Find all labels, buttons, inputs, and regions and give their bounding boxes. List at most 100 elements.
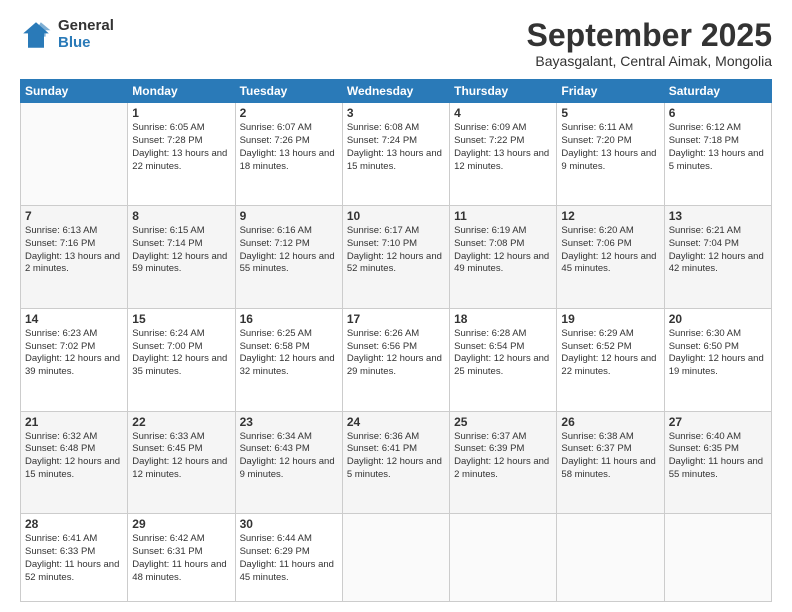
- calendar-week-row: 1 Sunrise: 6:05 AM Sunset: 7:28 PM Daylig…: [21, 103, 772, 206]
- header-friday: Friday: [557, 80, 664, 103]
- day-number: 1: [132, 106, 230, 120]
- day-info: Sunrise: 6:34 AM Sunset: 6:43 PM Dayligh…: [240, 431, 338, 482]
- day-number: 3: [347, 106, 445, 120]
- day-info: Sunrise: 6:30 AM Sunset: 6:50 PM Dayligh…: [669, 328, 767, 379]
- calendar-day-cell: 15Sunrise: 6:24 AM Sunset: 7:00 PM Dayli…: [128, 308, 235, 411]
- calendar-day-cell: 14 Sunrise: 6:23 AM Sunset: 7:02 PM Dayli…: [21, 308, 128, 411]
- day-number: 6: [669, 106, 767, 120]
- day-info: Sunrise: 6:32 AM Sunset: 6:48 PM Dayligh…: [25, 431, 123, 482]
- calendar-day-cell: [342, 514, 449, 602]
- calendar-day-cell: 28 Sunrise: 6:41 AM Sunset: 6:33 PM Dayli…: [21, 514, 128, 602]
- location-subtitle: Bayasgalant, Central Aimak, Mongolia: [527, 53, 772, 69]
- day-number: 16: [240, 312, 338, 326]
- day-info: Sunrise: 6:23 AM Sunset: 7:02 PM Dayligh…: [25, 328, 123, 379]
- day-info: Sunrise: 6:40 AM Sunset: 6:35 PM Dayligh…: [669, 431, 767, 482]
- day-number: 17: [347, 312, 445, 326]
- day-number: 21: [25, 415, 123, 429]
- calendar-day-cell: 3 Sunrise: 6:08 AM Sunset: 7:24 PM Daylig…: [342, 103, 449, 206]
- day-number: 19: [561, 312, 659, 326]
- day-info: Sunrise: 6:08 AM Sunset: 7:24 PM Dayligh…: [347, 122, 445, 173]
- day-info: Sunrise: 6:09 AM Sunset: 7:22 PM Dayligh…: [454, 122, 552, 173]
- day-number: 30: [240, 517, 338, 531]
- day-info: Sunrise: 6:26 AM Sunset: 6:56 PM Dayligh…: [347, 328, 445, 379]
- logo-icon: [20, 19, 52, 51]
- day-info: Sunrise: 6:20 AM Sunset: 7:06 PM Dayligh…: [561, 225, 659, 276]
- calendar-day-cell: 12 Sunrise: 6:20 AM Sunset: 7:06 PM Dayli…: [557, 205, 664, 308]
- calendar-day-cell: 10Sunrise: 6:17 AM Sunset: 7:10 PM Dayli…: [342, 205, 449, 308]
- day-number: 26: [561, 415, 659, 429]
- day-info: Sunrise: 6:21 AM Sunset: 7:04 PM Dayligh…: [669, 225, 767, 276]
- day-info: Sunrise: 6:11 AM Sunset: 7:20 PM Dayligh…: [561, 122, 659, 173]
- day-info: Sunrise: 6:15 AM Sunset: 7:14 PM Dayligh…: [132, 225, 230, 276]
- weekday-header-row: Sunday Monday Tuesday Wednesday Thursday…: [21, 80, 772, 103]
- calendar-day-cell: 29Sunrise: 6:42 AM Sunset: 6:31 PM Dayli…: [128, 514, 235, 602]
- calendar-day-cell: 7 Sunrise: 6:13 AM Sunset: 7:16 PM Daylig…: [21, 205, 128, 308]
- day-number: 28: [25, 517, 123, 531]
- calendar-day-cell: [664, 514, 771, 602]
- day-number: 5: [561, 106, 659, 120]
- day-number: 14: [25, 312, 123, 326]
- day-info: Sunrise: 6:29 AM Sunset: 6:52 PM Dayligh…: [561, 328, 659, 379]
- day-number: 8: [132, 209, 230, 223]
- day-info: Sunrise: 6:16 AM Sunset: 7:12 PM Dayligh…: [240, 225, 338, 276]
- calendar-day-cell: 17 Sunrise: 6:26 AM Sunset: 6:56 PM Dayli…: [342, 308, 449, 411]
- day-number: 27: [669, 415, 767, 429]
- calendar-week-row: 21 Sunrise: 6:32 AM Sunset: 6:48 PM Dayli…: [21, 411, 772, 514]
- day-info: Sunrise: 6:17 AM Sunset: 7:10 PM Dayligh…: [347, 225, 445, 276]
- month-title: September 2025: [527, 18, 772, 53]
- day-number: 25: [454, 415, 552, 429]
- logo-blue-label: Blue: [58, 35, 114, 52]
- page: General Blue September 2025 Bayasgalant,…: [0, 0, 792, 612]
- day-number: 13: [669, 209, 767, 223]
- day-number: 7: [25, 209, 123, 223]
- day-info: Sunrise: 6:28 AM Sunset: 6:54 PM Dayligh…: [454, 328, 552, 379]
- day-number: 20: [669, 312, 767, 326]
- day-info: Sunrise: 6:05 AM Sunset: 7:28 PM Dayligh…: [132, 122, 230, 173]
- day-number: 4: [454, 106, 552, 120]
- calendar-day-cell: 23 Sunrise: 6:34 AM Sunset: 6:43 PM Dayli…: [235, 411, 342, 514]
- header-tuesday: Tuesday: [235, 80, 342, 103]
- day-number: 23: [240, 415, 338, 429]
- day-info: Sunrise: 6:12 AM Sunset: 7:18 PM Dayligh…: [669, 122, 767, 173]
- header-saturday: Saturday: [664, 80, 771, 103]
- calendar-week-row: 14 Sunrise: 6:23 AM Sunset: 7:02 PM Dayli…: [21, 308, 772, 411]
- calendar-day-cell: 6 Sunrise: 6:12 AM Sunset: 7:18 PM Daylig…: [664, 103, 771, 206]
- day-info: Sunrise: 6:25 AM Sunset: 6:58 PM Dayligh…: [240, 328, 338, 379]
- calendar-day-cell: 1 Sunrise: 6:05 AM Sunset: 7:28 PM Daylig…: [128, 103, 235, 206]
- day-info: Sunrise: 6:38 AM Sunset: 6:37 PM Dayligh…: [561, 431, 659, 482]
- day-info: Sunrise: 6:07 AM Sunset: 7:26 PM Dayligh…: [240, 122, 338, 173]
- calendar-day-cell: 24 Sunrise: 6:36 AM Sunset: 6:41 PM Dayli…: [342, 411, 449, 514]
- day-info: Sunrise: 6:13 AM Sunset: 7:16 PM Dayligh…: [25, 225, 123, 276]
- day-info: Sunrise: 6:36 AM Sunset: 6:41 PM Dayligh…: [347, 431, 445, 482]
- calendar-day-cell: 16 Sunrise: 6:25 AM Sunset: 6:58 PM Dayli…: [235, 308, 342, 411]
- day-number: 11: [454, 209, 552, 223]
- calendar-day-cell: 18 Sunrise: 6:28 AM Sunset: 6:54 PM Dayli…: [450, 308, 557, 411]
- calendar-table: Sunday Monday Tuesday Wednesday Thursday…: [20, 79, 772, 602]
- calendar-day-cell: 20 Sunrise: 6:30 AM Sunset: 6:50 PM Dayli…: [664, 308, 771, 411]
- day-info: Sunrise: 6:41 AM Sunset: 6:33 PM Dayligh…: [25, 533, 123, 584]
- day-number: 18: [454, 312, 552, 326]
- day-number: 2: [240, 106, 338, 120]
- header-sunday: Sunday: [21, 80, 128, 103]
- day-number: 12: [561, 209, 659, 223]
- logo: General Blue: [20, 18, 114, 51]
- calendar-day-cell: 13 Sunrise: 6:21 AM Sunset: 7:04 PM Dayli…: [664, 205, 771, 308]
- calendar-day-cell: [21, 103, 128, 206]
- day-info: Sunrise: 6:44 AM Sunset: 6:29 PM Dayligh…: [240, 533, 338, 584]
- header-wednesday: Wednesday: [342, 80, 449, 103]
- calendar-day-cell: 26 Sunrise: 6:38 AM Sunset: 6:37 PM Dayli…: [557, 411, 664, 514]
- header-thursday: Thursday: [450, 80, 557, 103]
- calendar-day-cell: 27 Sunrise: 6:40 AM Sunset: 6:35 PM Dayli…: [664, 411, 771, 514]
- header-monday: Monday: [128, 80, 235, 103]
- calendar-day-cell: 5 Sunrise: 6:11 AM Sunset: 7:20 PM Daylig…: [557, 103, 664, 206]
- calendar-day-cell: 22Sunrise: 6:33 AM Sunset: 6:45 PM Dayli…: [128, 411, 235, 514]
- calendar-week-row: 28 Sunrise: 6:41 AM Sunset: 6:33 PM Dayli…: [21, 514, 772, 602]
- header: General Blue September 2025 Bayasgalant,…: [20, 18, 772, 69]
- calendar-day-cell: 21 Sunrise: 6:32 AM Sunset: 6:48 PM Dayli…: [21, 411, 128, 514]
- calendar-day-cell: 2 Sunrise: 6:07 AM Sunset: 7:26 PM Daylig…: [235, 103, 342, 206]
- logo-general-label: General: [58, 18, 114, 35]
- title-block: September 2025 Bayasgalant, Central Aima…: [527, 18, 772, 69]
- day-number: 24: [347, 415, 445, 429]
- day-number: 15: [132, 312, 230, 326]
- day-info: Sunrise: 6:19 AM Sunset: 7:08 PM Dayligh…: [454, 225, 552, 276]
